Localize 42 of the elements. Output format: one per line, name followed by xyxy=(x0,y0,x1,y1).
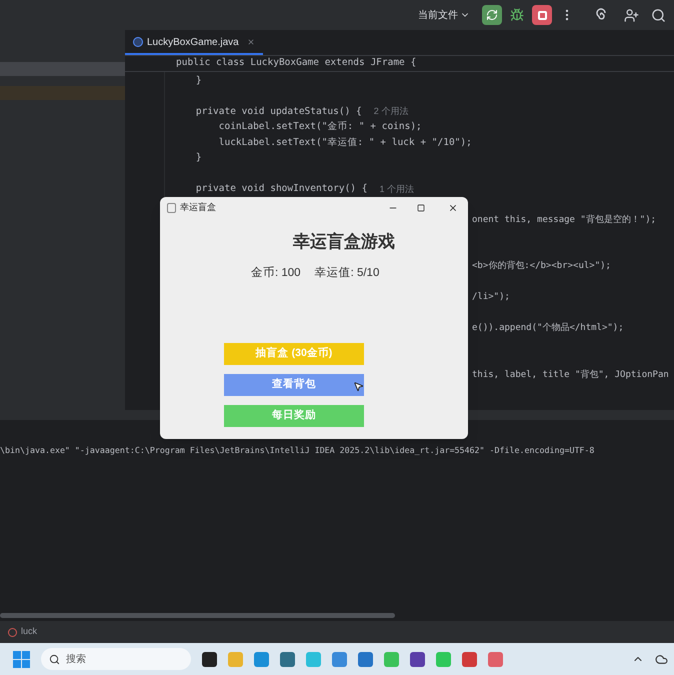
run-config-dropdown[interactable]: 当前文件 xyxy=(418,8,470,22)
search-icon xyxy=(49,654,60,664)
code-line: private void updateStatus() { xyxy=(194,104,362,119)
java-class-icon xyxy=(133,37,143,47)
code-line: coinLabel.setText("金币: " + coins); xyxy=(218,120,422,134)
app-icon[interactable] xyxy=(202,652,217,666)
game-button[interactable]: 查看背包 xyxy=(224,374,364,396)
maximize-icon[interactable] xyxy=(417,204,425,212)
app-icon[interactable] xyxy=(410,652,425,666)
code-line: } xyxy=(194,151,202,166)
search-icon[interactable] xyxy=(651,8,666,22)
usage-hint: 2 个用法 xyxy=(374,105,408,118)
error-icon xyxy=(8,628,17,636)
dialog-heading: 幸运盲盒游戏 xyxy=(292,231,396,253)
code-line: /li>"); xyxy=(472,291,510,304)
debug-icon[interactable] xyxy=(510,8,524,22)
usage-hint: 1 个用法 xyxy=(379,182,414,196)
code-line: this, label, title "背包", JOptionPan xyxy=(472,368,669,382)
add-user-icon[interactable] xyxy=(624,8,639,22)
refresh-icon xyxy=(486,9,498,21)
sticky-code-line: public class LuckyBoxGame extends JFrame { xyxy=(176,56,416,70)
rerun-button[interactable] xyxy=(482,5,502,25)
taskbar-search-field[interactable]: 搜索 xyxy=(41,648,191,670)
windows-logo-icon[interactable] xyxy=(13,650,30,668)
horizontal-scrollbar[interactable] xyxy=(0,613,395,618)
luck-label: 幸运值: 5/10 xyxy=(314,266,380,280)
mouse-cursor-icon xyxy=(353,381,364,392)
code-line: onent this, message "背包是空的！"); xyxy=(472,214,656,226)
code-line: luckLabel.setText("幸运值: " + luck + "/10"); xyxy=(218,136,472,150)
code-line: <b>你的背包:</b><br><ul>"); xyxy=(472,260,611,273)
cloud-icon[interactable] xyxy=(655,652,668,666)
dialog-title: 幸运盲盒 xyxy=(180,201,216,214)
code-line: e()).append("个物品</html>"); xyxy=(472,322,624,335)
code-line: } xyxy=(194,74,202,88)
status-item[interactable]: luck xyxy=(21,625,38,639)
coins-label: 金币: 100 xyxy=(251,265,301,280)
console-output: \bin\java.exe" "-javaagent:C:\Program Files\JetBrains\IntelliJ IDEA 2025.2\lib\idea_rt.jar=55462" -Dfile.encoding=UTF-8 xyxy=(0,444,596,456)
code-line: private void showInventory() { xyxy=(194,182,368,196)
spiral-icon[interactable] xyxy=(594,8,608,22)
stop-button[interactable] xyxy=(532,5,552,25)
editor-tab[interactable]: LuckyBoxGame.java xyxy=(125,31,263,55)
close-icon[interactable] xyxy=(448,203,458,213)
